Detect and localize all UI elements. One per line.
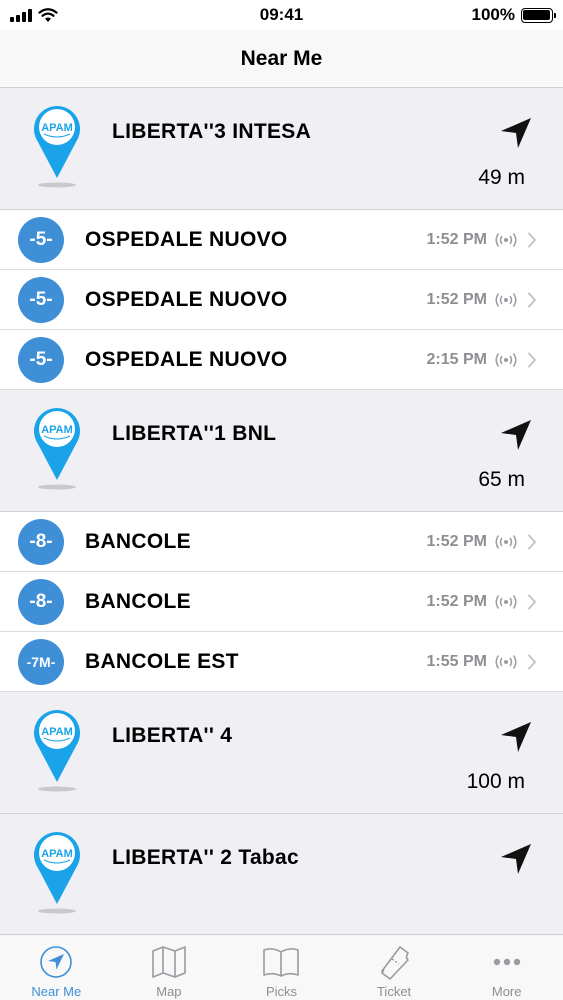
chevron-right-icon bbox=[528, 292, 536, 307]
stop-name: LIBERTA'' 4 bbox=[112, 724, 233, 747]
route-destination: BANCOLE bbox=[85, 529, 191, 553]
chevron-right-icon bbox=[528, 594, 536, 609]
status-bar: 09:41 100% bbox=[0, 0, 563, 30]
status-left bbox=[10, 7, 150, 23]
stop-distance: 49 m bbox=[478, 166, 525, 189]
pin-logo-text: APAM bbox=[41, 424, 73, 436]
book-icon bbox=[263, 948, 300, 977]
route-departure-time: 2:15 PM bbox=[426, 350, 487, 368]
tab-label: Picks bbox=[265, 984, 298, 999]
route-departure-time: 1:52 PM bbox=[426, 592, 487, 610]
route-row[interactable]: -8- BANCOLE 1:52 PM bbox=[0, 572, 563, 632]
realtime-signal-icon bbox=[495, 292, 517, 307]
pin-logo-text: APAM bbox=[41, 848, 73, 860]
stop-pin-icon: APAM bbox=[32, 828, 82, 916]
pin-logo-text: APAM bbox=[41, 122, 73, 134]
tab-picks[interactable]: Picks bbox=[225, 935, 338, 1000]
navigate-arrow-icon[interactable] bbox=[499, 116, 533, 150]
navigate-arrow-icon[interactable] bbox=[499, 842, 533, 876]
route-destination: BANCOLE EST bbox=[85, 649, 239, 673]
cellular-signal-icon bbox=[10, 8, 32, 22]
tab-label: Ticket bbox=[376, 984, 412, 999]
route-destination: OSPEDALE NUOVO bbox=[85, 227, 288, 251]
status-right: 100% bbox=[413, 5, 556, 25]
tab-map[interactable]: Map bbox=[113, 935, 226, 1000]
stops-list[interactable]: APAM LIBERTA''3 INTESA 49 m -5- OSPEDALE NUO… bbox=[0, 88, 563, 934]
realtime-signal-icon bbox=[495, 594, 517, 609]
route-row[interactable]: -8- BANCOLE 1:52 PM bbox=[0, 512, 563, 572]
stop-header[interactable]: APAM LIBERTA'' 2 Tabac bbox=[0, 814, 563, 934]
map-icon bbox=[152, 946, 186, 978]
stop-pin-icon: APAM bbox=[32, 404, 82, 492]
stop-pin-icon: APAM bbox=[32, 706, 82, 794]
chevron-right-icon bbox=[528, 654, 536, 669]
stop-distance: 100 m bbox=[466, 770, 525, 793]
tab-label: More bbox=[491, 984, 522, 999]
navigate-arrow-icon[interactable] bbox=[499, 418, 533, 452]
navigation-bar: Near Me bbox=[0, 30, 563, 88]
battery-percent: 100% bbox=[471, 5, 515, 24]
route-line-badge: -5- bbox=[18, 277, 64, 323]
stop-distance: 65 m bbox=[478, 468, 525, 491]
tab-bar: Near Me Map Picks Ticket More bbox=[0, 934, 563, 1000]
page-title: Near Me bbox=[240, 46, 323, 70]
ticket-icon bbox=[381, 946, 409, 980]
battery-icon bbox=[520, 7, 556, 23]
route-line-badge: -5- bbox=[18, 337, 64, 383]
tab-ticket[interactable]: Ticket bbox=[338, 935, 451, 1000]
status-time: 09:41 bbox=[259, 5, 304, 24]
tab-label: Near Me bbox=[31, 984, 82, 999]
route-line-badge: -8- bbox=[18, 519, 64, 565]
chevron-right-icon bbox=[528, 534, 536, 549]
route-departure-time: 1:52 PM bbox=[426, 230, 487, 248]
route-departure-time: 1:52 PM bbox=[426, 532, 487, 550]
route-departure-time: 1:52 PM bbox=[426, 290, 487, 308]
route-destination: BANCOLE bbox=[85, 589, 191, 613]
route-departure-time: 1:55 PM bbox=[426, 652, 487, 670]
route-row[interactable]: -5- OSPEDALE NUOVO 1:52 PM bbox=[0, 270, 563, 330]
stop-name: LIBERTA''1 BNL bbox=[112, 422, 277, 445]
route-line-badge: -5- bbox=[18, 217, 64, 263]
stop-header[interactable]: APAM LIBERTA'' 4 100 m bbox=[0, 692, 563, 814]
route-line-badge: -7M- bbox=[18, 639, 64, 685]
realtime-signal-icon bbox=[495, 352, 517, 367]
route-destination: OSPEDALE NUOVO bbox=[85, 287, 288, 311]
chevron-right-icon bbox=[528, 352, 536, 367]
stop-name: LIBERTA''3 INTESA bbox=[112, 120, 312, 143]
realtime-signal-icon bbox=[495, 534, 517, 549]
route-row[interactable]: -5- OSPEDALE NUOVO 1:52 PM bbox=[0, 210, 563, 270]
stop-pin-icon: APAM bbox=[32, 102, 82, 190]
navigate-arrow-icon[interactable] bbox=[499, 720, 533, 754]
stop-header[interactable]: APAM LIBERTA''3 INTESA 49 m bbox=[0, 88, 563, 210]
realtime-signal-icon bbox=[495, 232, 517, 247]
location-arrow-icon bbox=[40, 946, 73, 978]
chevron-right-icon bbox=[528, 232, 536, 247]
stop-name: LIBERTA'' 2 Tabac bbox=[112, 846, 300, 869]
tab-label: Map bbox=[156, 984, 182, 999]
route-destination: OSPEDALE NUOVO bbox=[85, 347, 288, 371]
route-line-badge: -8- bbox=[18, 579, 64, 625]
wifi-icon bbox=[38, 7, 58, 22]
route-row[interactable]: -5- OSPEDALE NUOVO 2:15 PM bbox=[0, 330, 563, 390]
route-row[interactable]: -7M- BANCOLE EST 1:55 PM bbox=[0, 632, 563, 692]
more-dots-icon bbox=[493, 958, 520, 966]
tab-near-me[interactable]: Near Me bbox=[0, 935, 113, 1000]
pin-logo-text: APAM bbox=[41, 726, 73, 738]
stop-header[interactable]: APAM LIBERTA''1 BNL 65 m bbox=[0, 390, 563, 512]
tab-more[interactable]: More bbox=[450, 935, 563, 1000]
realtime-signal-icon bbox=[495, 654, 517, 669]
